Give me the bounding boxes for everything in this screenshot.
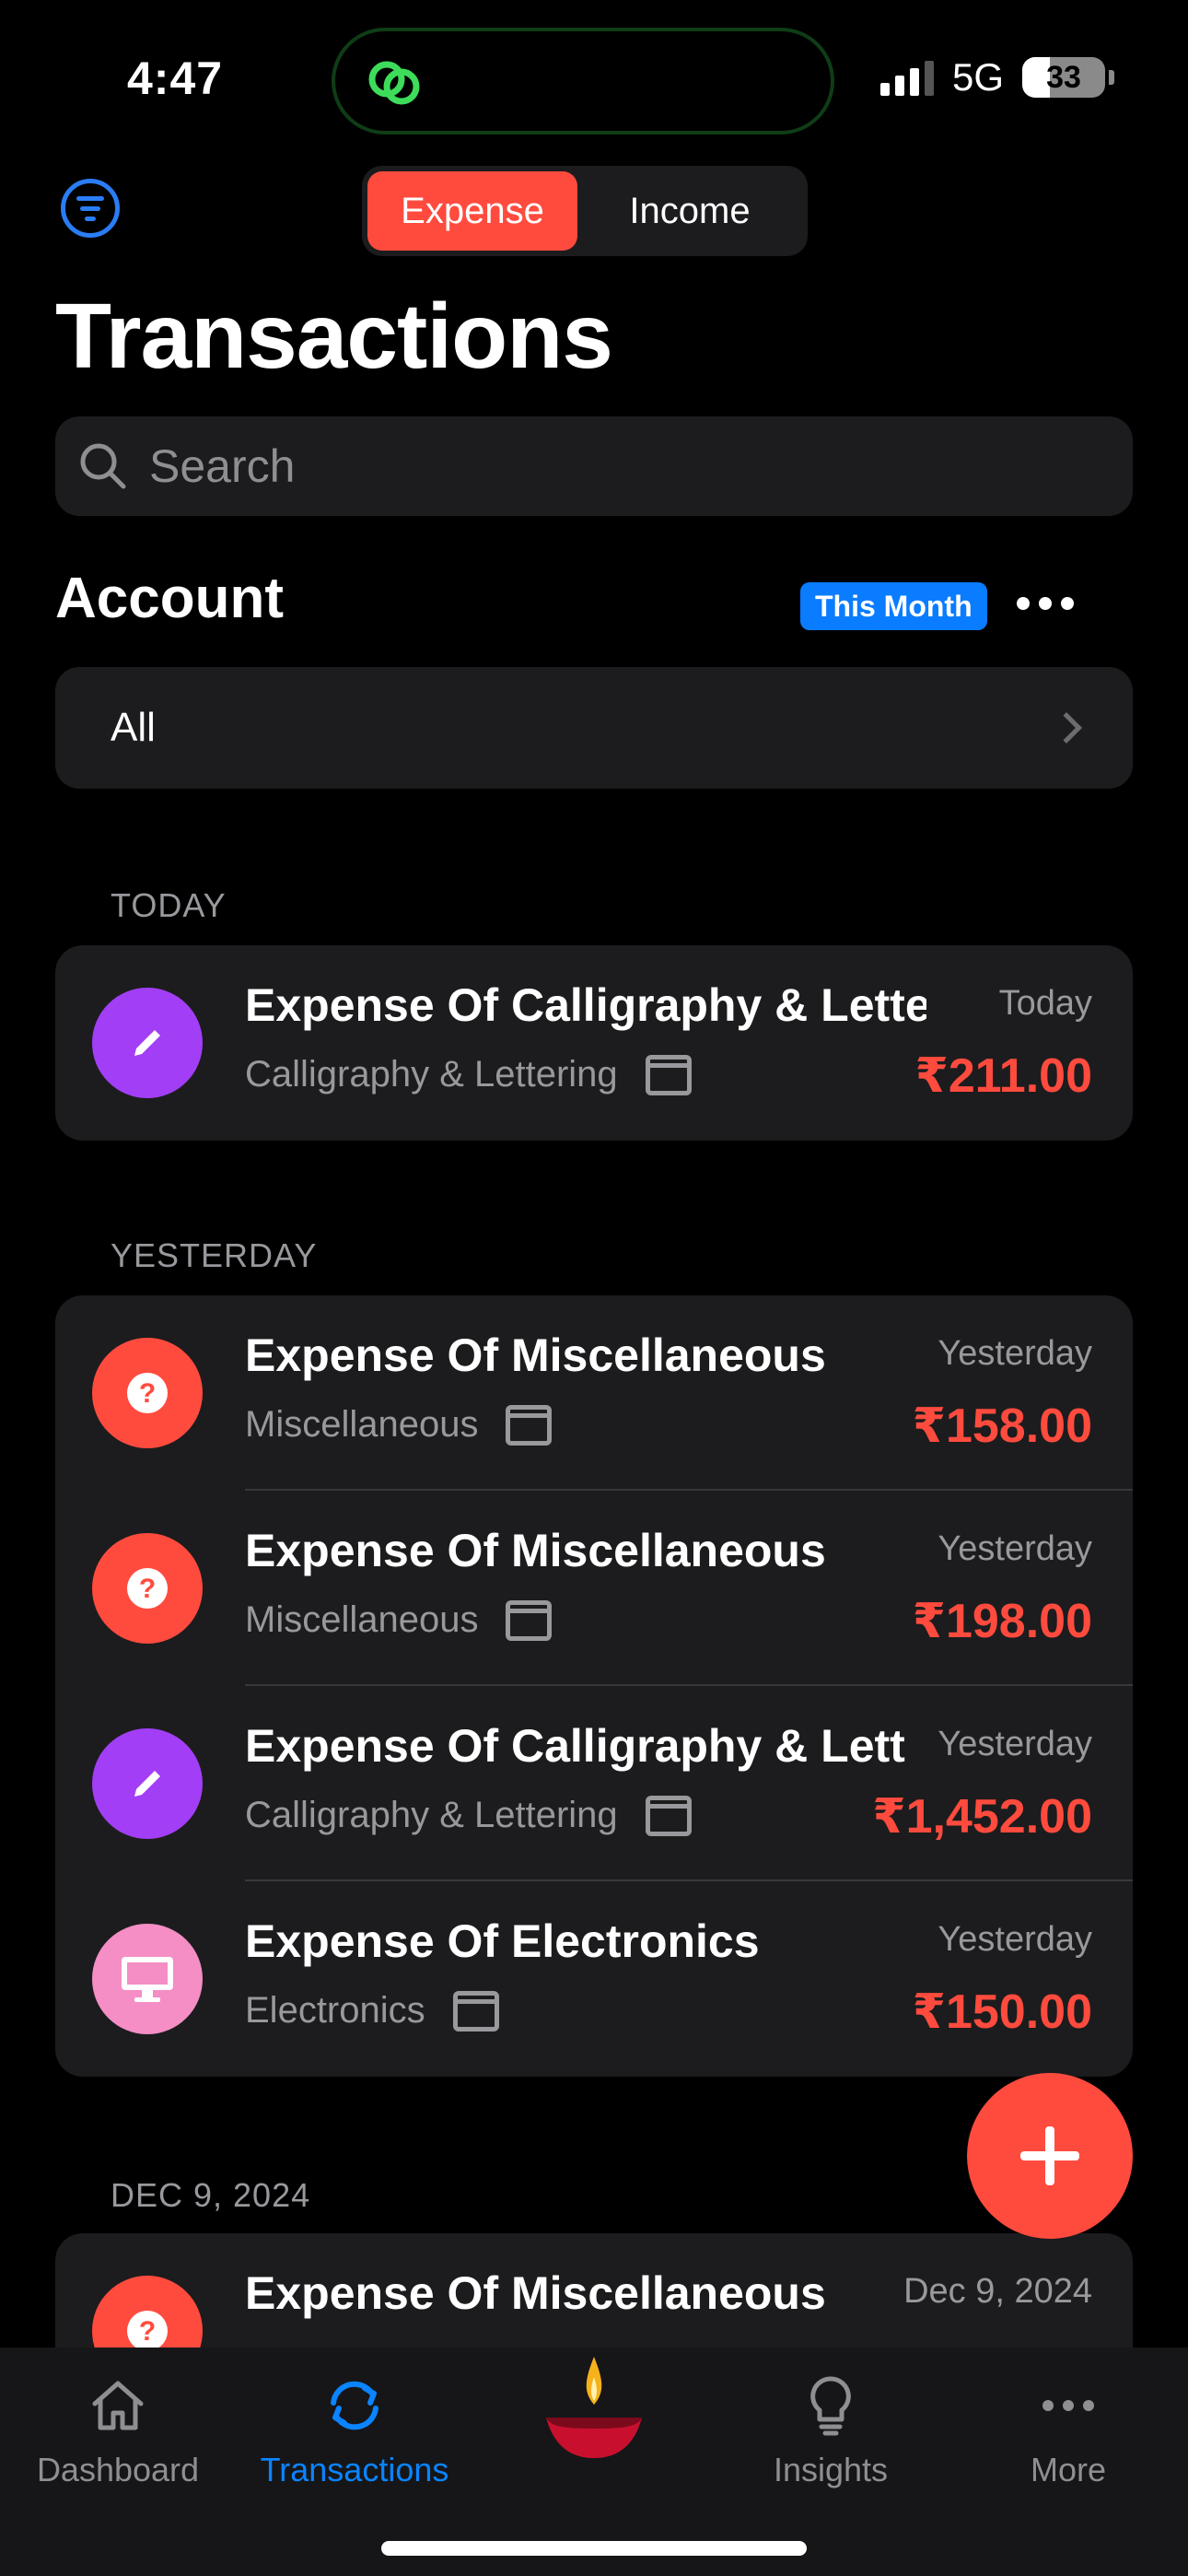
payment-card-icon (452, 1990, 499, 2032)
transaction-title: Expense Of Miscellaneous (245, 1329, 826, 1381)
filter-button[interactable] (61, 179, 120, 238)
account-selector[interactable]: All (55, 667, 1133, 789)
segment-income[interactable]: Income (577, 171, 802, 251)
account-heading: Account (55, 567, 284, 630)
category-label: Electronics (245, 1990, 425, 2031)
transaction-row[interactable]: Expense Of Calligraphy & Letteri Today C… (55, 945, 1133, 1141)
transaction-category: Miscellaneous (245, 1599, 553, 1641)
tab-festive[interactable] (483, 2348, 705, 2480)
ellipsis-icon (1042, 2400, 1094, 2411)
transaction-category: Calligraphy & Lettering (245, 1795, 692, 1836)
section-label-yesterday: YESTERDAY (111, 1236, 318, 1274)
transaction-date: Yesterday (938, 1529, 1092, 1568)
status-time: 4:47 (127, 53, 224, 104)
svg-text:?: ? (139, 1574, 156, 1604)
battery-icon: 33 (1022, 57, 1105, 98)
tab-label: Transactions (260, 2451, 449, 2488)
payment-card-icon (506, 1404, 553, 1446)
transaction-category: Calligraphy & Lettering (245, 1054, 692, 1095)
payment-card-icon (645, 1795, 692, 1836)
account-value: All (111, 705, 156, 750)
transaction-category: Miscellaneous (245, 1404, 553, 1446)
transaction-date: Yesterday (938, 1725, 1092, 1763)
page-title: Transactions (55, 285, 613, 388)
tab-insights[interactable]: Insights (720, 2373, 941, 2489)
tab-more[interactable]: More (958, 2373, 1179, 2489)
transaction-row[interactable]: ? Expense Of Miscellaneous Yesterday Mis… (55, 1295, 1133, 1491)
plus-icon (1020, 2126, 1079, 2185)
transaction-date: Yesterday (938, 1920, 1092, 1959)
diya-icon (546, 2357, 642, 2458)
svg-text:?: ? (139, 2316, 156, 2347)
transactions-screen: 4:47 5G 33 Expense Income Transactions A… (0, 0, 1188, 2576)
transaction-title: Expense Of Electronics (245, 1915, 760, 1967)
transaction-title: Expense Of Miscellaneous (245, 1525, 826, 1576)
pencil-icon (92, 988, 203, 1098)
more-options-icon[interactable] (1017, 597, 1074, 610)
monitor-icon (92, 1924, 203, 2034)
section-card-today: Expense Of Calligraphy & Letteri Today C… (55, 945, 1133, 1141)
tab-label: Insights (773, 2451, 889, 2488)
transaction-title: Expense Of Miscellaneous (245, 2267, 826, 2319)
home-indicator (381, 2541, 807, 2556)
transaction-title: Expense Of Calligraphy & Letteri (245, 979, 926, 1031)
category-label: Calligraphy & Lettering (245, 1054, 618, 1095)
transaction-amount: ₹198.00 (912, 1595, 1092, 1648)
section-label-dec-9: DEC 9, 2024 (111, 2176, 311, 2214)
section-label-today: TODAY (111, 886, 227, 924)
tab-label: Dashboard (36, 2451, 200, 2488)
transaction-row[interactable]: Expense Of Calligraphy & Lett Yesterday … (55, 1686, 1133, 1881)
transaction-row[interactable]: Expense Of Electronics Yesterday Electro… (55, 1881, 1133, 2077)
add-transaction-button[interactable] (967, 2073, 1133, 2239)
category-label: Miscellaneous (245, 1599, 479, 1640)
signal-icon (879, 59, 934, 96)
link-chain-icon (368, 61, 420, 105)
search-bar[interactable] (55, 416, 1133, 516)
tab-label: More (1030, 2451, 1107, 2488)
transaction-amount: ₹158.00 (912, 1399, 1092, 1453)
transaction-date: Dec 9, 2024 (903, 2272, 1092, 2311)
pencil-icon (92, 1728, 203, 1839)
transaction-amount: ₹1,452.00 (872, 1790, 1092, 1844)
tab-dashboard[interactable]: Dashboard (7, 2373, 228, 2489)
search-icon (80, 443, 126, 489)
sync-icon (331, 2381, 379, 2430)
transaction-date: Yesterday (938, 1334, 1092, 1373)
payment-card-icon (645, 1054, 692, 1095)
transaction-category: Electronics (245, 1990, 499, 2032)
search-input[interactable] (149, 439, 1070, 493)
tab-transactions[interactable]: Transactions (244, 2373, 465, 2489)
home-icon (92, 2381, 144, 2430)
type-segmented-control: Expense Income (362, 166, 808, 256)
chevron-right-icon (1051, 712, 1082, 744)
payment-card-icon (506, 1599, 553, 1641)
transaction-date: Today (998, 984, 1092, 1023)
category-label: Miscellaneous (245, 1404, 479, 1445)
network-type: 5G (951, 55, 1004, 99)
period-badge[interactable]: This Month (800, 582, 987, 630)
transaction-amount: ₹211.00 (914, 1049, 1092, 1103)
battery-level: 33 (1046, 59, 1081, 95)
transaction-amount: ₹150.00 (912, 1985, 1092, 2039)
lightbulb-icon (810, 2376, 851, 2436)
transaction-row[interactable]: ? Expense Of Miscellaneous Yesterday Mis… (55, 1491, 1133, 1686)
category-label: Calligraphy & Lettering (245, 1795, 618, 1835)
question-icon: ? (92, 1338, 203, 1448)
section-card-yesterday: ? Expense Of Miscellaneous Yesterday Mis… (55, 1295, 1133, 2077)
status-indicators: 5G 33 (879, 55, 1114, 100)
svg-text:?: ? (139, 1378, 156, 1409)
transaction-title: Expense Of Calligraphy & Lett (245, 1720, 905, 1772)
segment-expense[interactable]: Expense (367, 171, 577, 251)
question-icon: ? (92, 1533, 203, 1644)
dynamic-island (332, 28, 834, 135)
